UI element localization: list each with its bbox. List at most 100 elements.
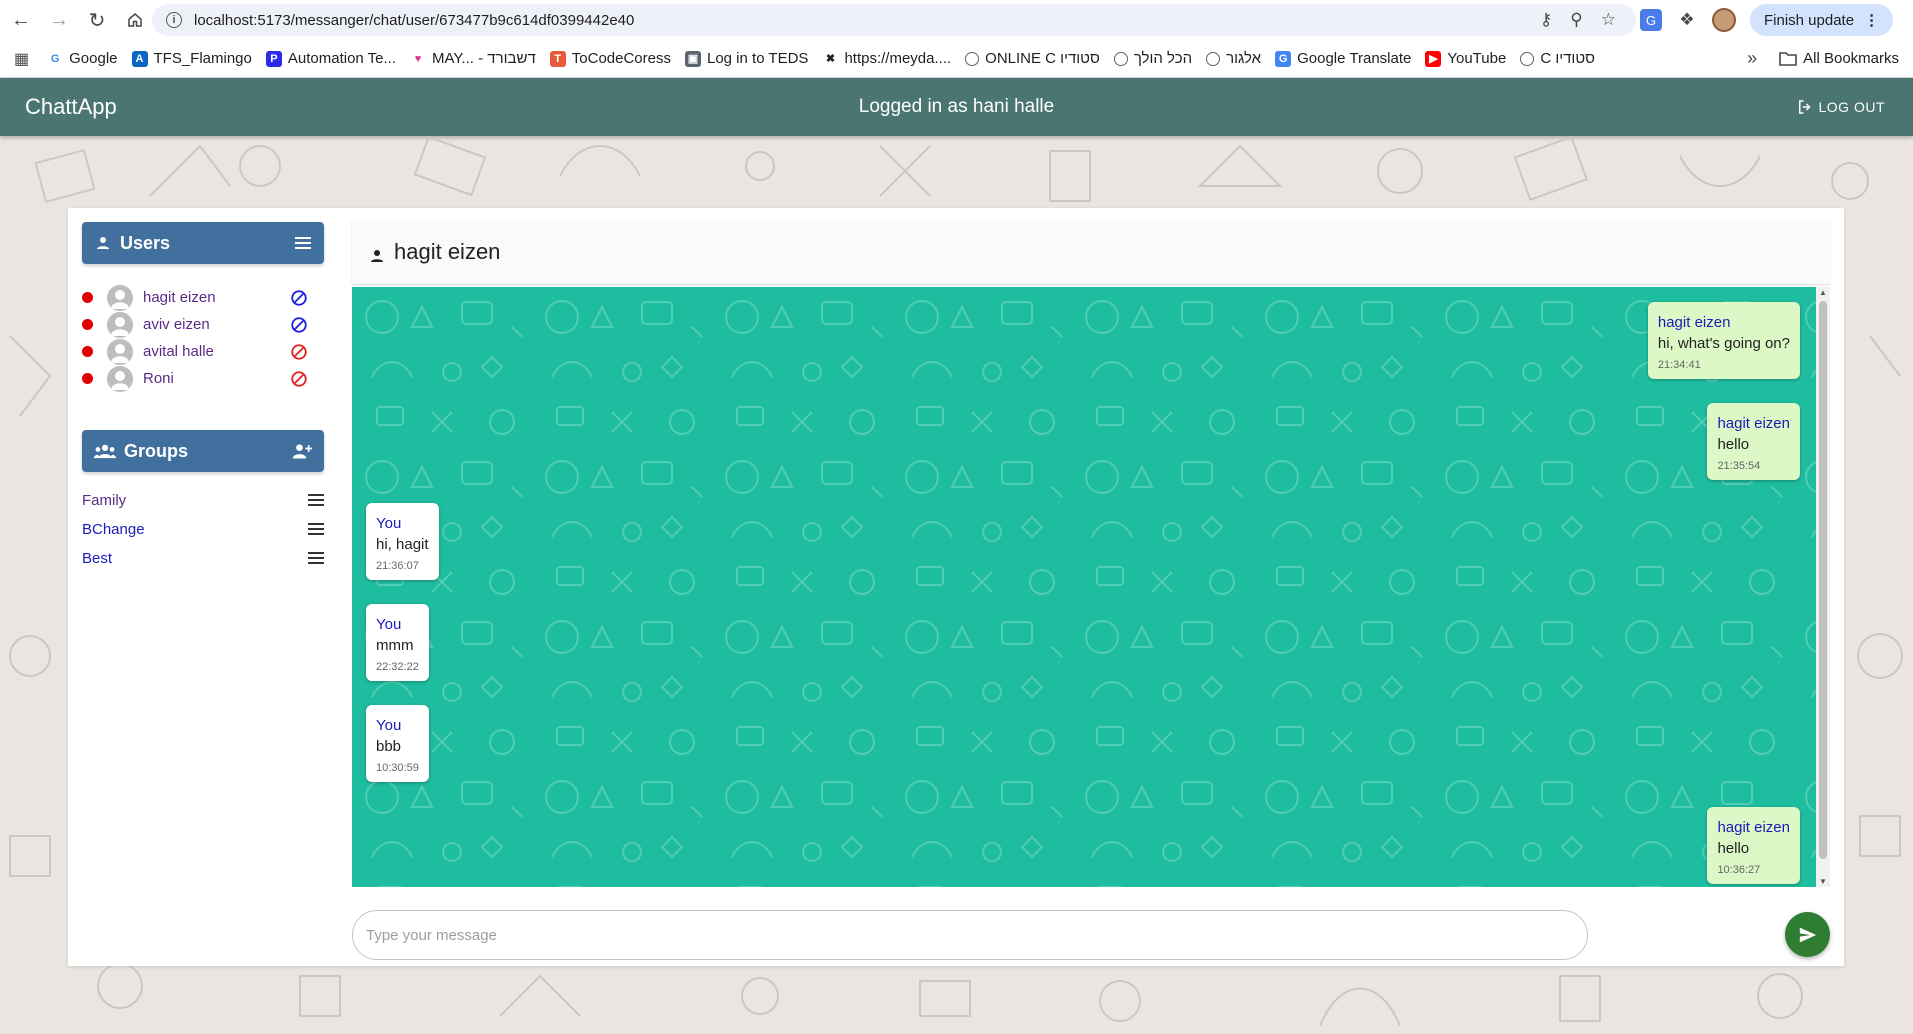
bookmark-item[interactable]: C סטודיו (1520, 50, 1595, 67)
send-button[interactable] (1785, 912, 1830, 957)
message-text: hello (1717, 840, 1750, 857)
p-icon: P (265, 50, 282, 67)
user-name: Roni (143, 370, 174, 387)
status-dot (82, 319, 93, 330)
bookmark-item[interactable]: ▣ Log in to TEDS (684, 50, 808, 67)
block-user-icon[interactable] (290, 316, 308, 334)
bookmark-star-icon[interactable]: ☆ (1601, 10, 1616, 30)
bookmark-item[interactable]: ONLINE C סטודיו (965, 50, 1100, 67)
group-name[interactable]: BChange (82, 521, 145, 538)
teds-icon: ▣ (684, 50, 701, 67)
scroll-up-icon[interactable]: ▲ (1819, 288, 1827, 297)
scroll-down-icon[interactable]: ▼ (1819, 877, 1827, 886)
app-brand[interactable]: ChattApp (25, 94, 117, 120)
home-icon[interactable] (118, 3, 152, 37)
group-menu-icon[interactable] (308, 494, 324, 506)
add-group-icon[interactable] (292, 442, 312, 460)
bookmark-item[interactable]: ♥ MAY... - דשבורד (410, 50, 536, 67)
messages-area[interactable]: hagit eizen hi, what's going on? 21:34:41 h… (352, 287, 1830, 887)
globe-icon (965, 51, 980, 66)
status-dot (82, 346, 93, 357)
apps-grid-icon[interactable]: ▦ (14, 49, 29, 69)
user-item[interactable]: avital halle (82, 338, 324, 365)
user-item[interactable]: aviv eizen (82, 311, 324, 338)
group-menu-icon[interactable] (308, 523, 324, 535)
profile-avatar[interactable] (1712, 8, 1736, 32)
folder-icon (1779, 51, 1797, 66)
message-time: 21:35:54 (1717, 460, 1761, 472)
finish-update-button[interactable]: Finish update ⋮ (1750, 4, 1894, 36)
scroll-thumb[interactable] (1819, 301, 1827, 859)
logout-icon (1799, 100, 1812, 114)
chat-header: hagit eizen (352, 220, 1830, 284)
message-input[interactable]: Type your message (352, 910, 1588, 960)
incoming-message: hagit eizen hello 10:36:27 (1707, 807, 1800, 884)
person-icon (368, 247, 386, 265)
back-icon[interactable]: ← (4, 3, 38, 37)
groups-header: Groups (82, 430, 324, 472)
block-user-icon[interactable] (290, 370, 308, 388)
status-dot (82, 373, 93, 384)
bookmark-item[interactable]: ▶ YouTube (1425, 50, 1506, 67)
x-icon: ✖ (825, 53, 836, 65)
user-item[interactable]: Roni (82, 365, 324, 392)
bookmark-item[interactable]: G Google (47, 50, 118, 67)
sidebar: Users hagit eizen aviv eizen avital halle R… (68, 208, 338, 966)
block-user-icon[interactable] (290, 289, 308, 307)
avatar (107, 311, 133, 338)
reload-icon[interactable]: ↻ (80, 3, 114, 37)
outgoing-message: You hi, hagit 21:36:07 (366, 503, 439, 580)
extensions-icon[interactable]: ❖ (1676, 9, 1698, 31)
message-time: 22:32:22 (376, 661, 419, 673)
message-time: 21:36:07 (376, 560, 419, 572)
status-dot (82, 292, 93, 303)
translate-icon: G (1275, 50, 1292, 67)
messages-scrollbar[interactable]: ▲ ▼ (1816, 287, 1830, 887)
zoom-icon[interactable]: ⚲ (1570, 10, 1582, 30)
site-info-icon[interactable]: i (166, 12, 182, 28)
person-icon (94, 234, 112, 252)
user-item[interactable]: hagit eizen (82, 284, 324, 311)
bookmark-item[interactable]: הכל הולך (1113, 50, 1193, 67)
message-time: 10:30:59 (376, 762, 419, 774)
azure-icon: A (131, 50, 148, 67)
bookmarks-bar: ▦ G Google A TFS_Flamingo P Automation Te... ♥… (0, 40, 1913, 78)
translate-extension-icon[interactable]: G (1640, 9, 1662, 31)
bookmark-item[interactable]: אלגור (1206, 50, 1261, 67)
bookmark-item[interactable]: A TFS_Flamingo (131, 50, 252, 67)
group-name[interactable]: Family (82, 492, 126, 509)
group-item[interactable]: Family (82, 486, 324, 514)
address-bar[interactable]: i localhost:5173/messanger/chat/user/673… (152, 4, 1636, 36)
bookmark-label: Automation Te... (287, 50, 396, 67)
message-text: bbb (376, 738, 402, 755)
globe-icon (1113, 51, 1128, 66)
forward-icon[interactable]: → (42, 3, 76, 37)
chat-wallpaper (352, 287, 1830, 887)
bookmark-item[interactable]: ✖ https://meyda.... (822, 50, 951, 67)
users-menu-icon[interactable] (294, 236, 312, 250)
user-name: avital halle (143, 343, 214, 360)
all-bookmarks-button[interactable]: All Bookmarks (1779, 50, 1899, 67)
kebab-menu-icon[interactable]: ⋮ (1864, 11, 1879, 29)
bookmark-item[interactable]: T ToCodeCoress (549, 50, 671, 67)
logout-button[interactable]: LOG OUT (1796, 98, 1885, 116)
groups-title: Groups (124, 440, 189, 461)
avatar (107, 284, 133, 311)
group-menu-icon[interactable] (308, 552, 324, 564)
outgoing-message: You bbb 10:30:59 (366, 705, 429, 782)
bookmark-item[interactable]: G Google Translate (1275, 50, 1411, 67)
bookmark-item[interactable]: P Automation Te... (265, 50, 396, 67)
group-name[interactable]: Best (82, 550, 112, 567)
message-time: 10:36:27 (1717, 864, 1761, 876)
avatar (107, 338, 133, 365)
user-name: aviv eizen (143, 316, 210, 333)
browser-toolbar: ← → ↻ i localhost:5173/messanger/chat/us… (0, 0, 1913, 40)
block-user-icon[interactable] (290, 343, 308, 361)
bookmark-label: הכל הולך (1133, 50, 1193, 67)
bookmark-label: https://meyda.... (844, 50, 952, 67)
url-text: localhost:5173/messanger/chat/user/67347… (194, 11, 635, 29)
group-item[interactable]: BChange (82, 515, 324, 543)
more-bookmarks-icon[interactable]: » (1747, 48, 1757, 69)
group-item[interactable]: Best (82, 544, 324, 572)
key-icon[interactable]: ⚷ (1540, 10, 1552, 30)
